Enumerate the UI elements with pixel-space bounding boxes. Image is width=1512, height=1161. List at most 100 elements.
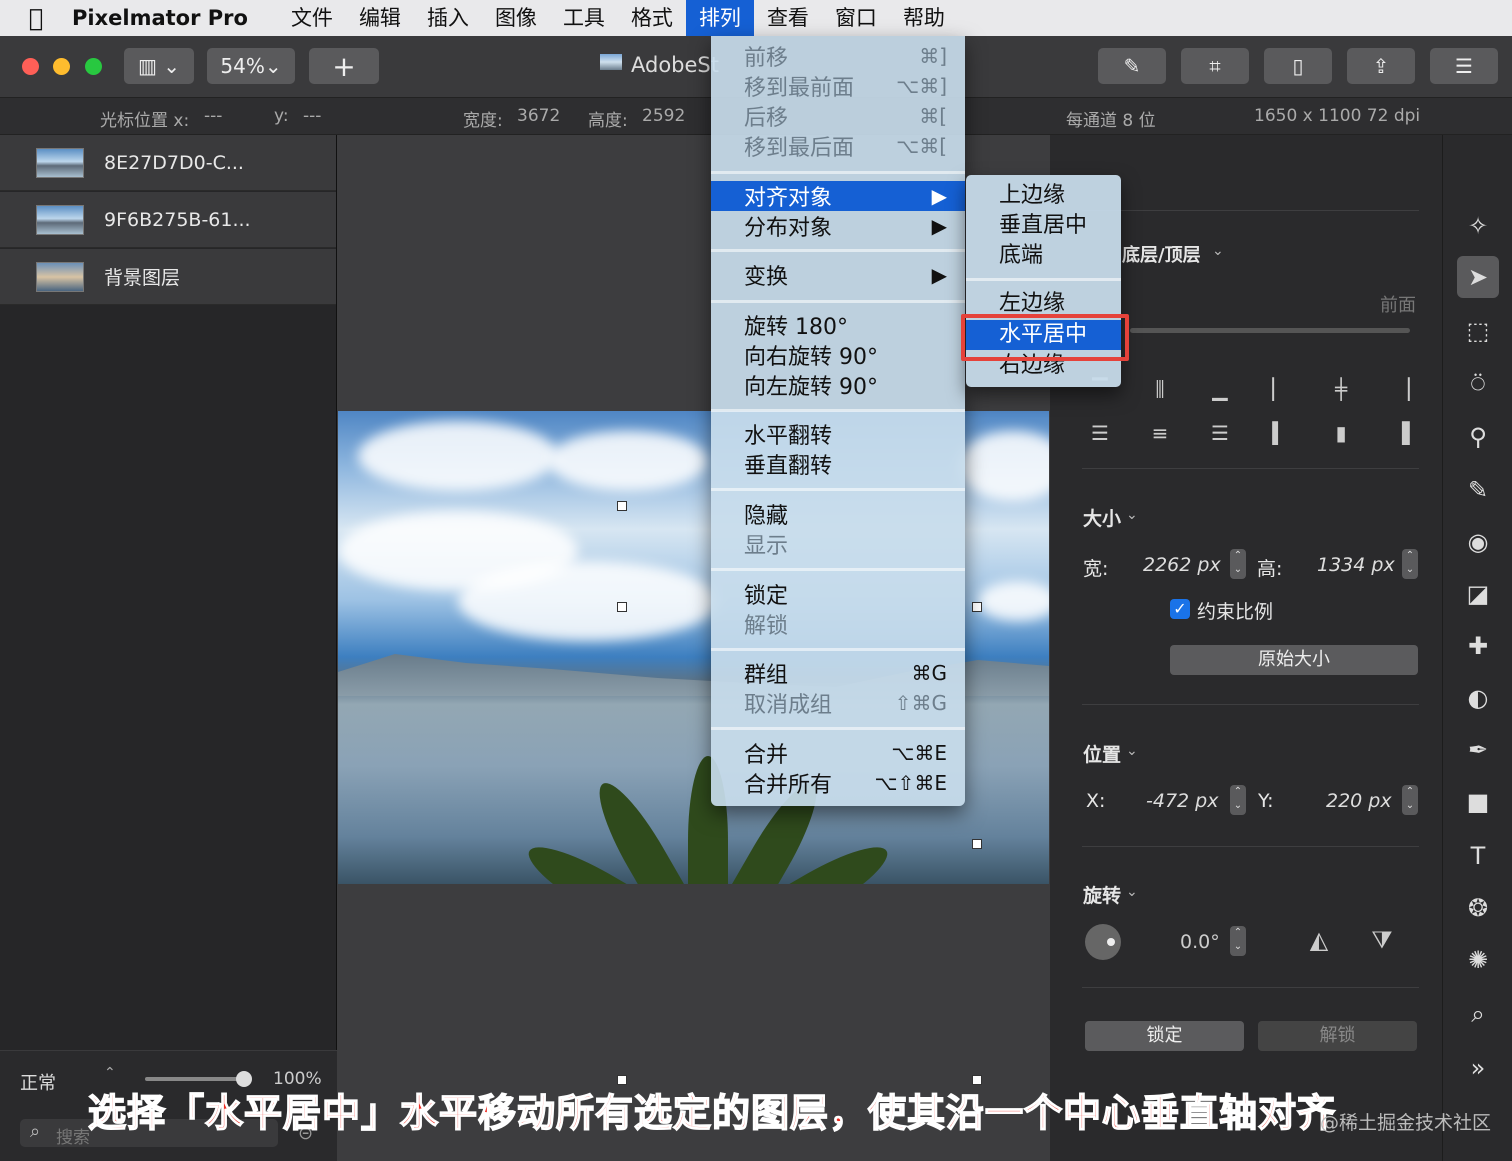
flip-horizontal-icon[interactable]: ◭ xyxy=(1305,926,1333,954)
effects-icon[interactable]: ◐ xyxy=(1457,677,1499,719)
menu-item-bring-forward[interactable]: 前移 ⌘] xyxy=(711,41,965,71)
menu-window[interactable]: 窗口 xyxy=(822,0,890,36)
original-size-button[interactable]: 原始大小 xyxy=(1170,645,1418,675)
menu-item-flip-horizontal[interactable]: 水平翻转 xyxy=(711,419,965,449)
layer-row[interactable]: 9F6B275B-61... xyxy=(0,192,336,248)
menu-item-bring-to-front[interactable]: 移到最前面 ⌥⌘] xyxy=(711,71,965,101)
flip-vertical-icon[interactable]: ⧩ xyxy=(1368,926,1396,954)
width-stepper[interactable]: ⌃ ⌄ xyxy=(1230,549,1246,579)
selection-handle[interactable] xyxy=(617,602,627,612)
menu-image[interactable]: 图像 xyxy=(482,0,550,36)
menu-view[interactable]: 查看 xyxy=(754,0,822,36)
align-horizontal-centers-icon[interactable]: ╪ xyxy=(1327,375,1355,403)
format-button[interactable]: ▯ xyxy=(1264,48,1332,84)
x-stepper[interactable]: ⌃ ⌄ xyxy=(1230,785,1246,815)
close-button[interactable] xyxy=(22,58,39,75)
pen-icon[interactable]: ✒ xyxy=(1457,729,1499,771)
distribute-left-icon[interactable]: ▍ xyxy=(1266,419,1294,447)
app-menu[interactable]: Pixelmator Pro xyxy=(72,6,248,30)
rotate-title[interactable]: 旋转 xyxy=(1083,881,1121,908)
adjust-button[interactable]: ☰ xyxy=(1430,48,1498,84)
height-field[interactable]: 1334 px xyxy=(1317,554,1395,576)
lasso-icon[interactable]: ⍥ xyxy=(1457,363,1499,405)
menu-arrange[interactable]: 排列 xyxy=(685,0,754,36)
menu-item-rotate-left[interactable]: 向左旋转 90° xyxy=(711,370,965,400)
menu-item-merge-all[interactable]: 合并所有 ⌥⇧⌘E xyxy=(711,768,965,798)
rotation-field[interactable]: 0.0° xyxy=(1180,931,1220,953)
zoom-window-button[interactable] xyxy=(85,58,102,75)
arrange-icon[interactable]: ➤ xyxy=(1457,256,1499,298)
menu-item-transform[interactable]: 变换 ▶ xyxy=(711,260,965,290)
share-button[interactable]: ⇪ xyxy=(1347,48,1415,84)
menu-item-hide[interactable]: 隐藏 xyxy=(711,499,965,529)
paint-icon[interactable]: ✎ xyxy=(1457,469,1499,511)
style-button[interactable]: ✎ xyxy=(1098,48,1166,84)
menu-tools[interactable]: 工具 xyxy=(550,0,618,36)
apple-icon[interactable]:  xyxy=(0,4,72,32)
menu-item-merge[interactable]: 合并 ⌥⌘E xyxy=(711,738,965,768)
height-stepper[interactable]: ⌃ ⌄ xyxy=(1402,549,1418,579)
fill-icon[interactable]: ◉ xyxy=(1457,521,1499,563)
submenu-item-top-edges[interactable]: 上边缘 xyxy=(966,181,1121,211)
crop-button[interactable]: ⌗ xyxy=(1181,48,1249,84)
y-stepper[interactable]: ⌃ ⌄ xyxy=(1402,785,1418,815)
rotation-stepper[interactable]: ⌃ ⌄ xyxy=(1230,926,1246,956)
shape-icon[interactable]: ■ xyxy=(1457,781,1499,823)
rotation-dial[interactable] xyxy=(1085,924,1121,960)
erase-icon[interactable]: ◪ xyxy=(1457,573,1499,615)
blend-stepper-icon[interactable]: ⌃ xyxy=(104,1065,116,1081)
sidebar-toggle-button[interactable]: ▥ ⌄ xyxy=(124,48,194,84)
add-button[interactable]: + xyxy=(309,48,379,84)
menu-item-rotate-right[interactable]: 向右旋转 90° xyxy=(711,340,965,370)
layer-row[interactable]: 8E27D7D0-C... xyxy=(0,135,336,191)
distribute-bottom-icon[interactable]: ☰ xyxy=(1206,419,1234,447)
distribute-middle-icon[interactable]: ≡ xyxy=(1146,419,1174,447)
selection-handle[interactable] xyxy=(972,839,982,849)
menu-insert[interactable]: 插入 xyxy=(414,0,482,36)
unlock-button[interactable]: 解锁 xyxy=(1258,1021,1417,1051)
align-left-edges-icon[interactable]: ▏ xyxy=(1266,375,1294,403)
menu-item-send-to-back[interactable]: 移到最后面 ⌥⌘[ xyxy=(711,131,965,161)
zoom-icon[interactable]: ⌕ xyxy=(1457,993,1499,1035)
menu-edit[interactable]: 编辑 xyxy=(346,0,414,36)
selection-handle[interactable] xyxy=(617,501,627,511)
position-title[interactable]: 位置 xyxy=(1083,740,1121,767)
arrange-title[interactable]: 底层/顶层 xyxy=(1122,241,1201,267)
menu-item-ungroup[interactable]: 取消成组 ⇧⌘G xyxy=(711,688,965,718)
size-title[interactable]: 大小 xyxy=(1083,504,1121,531)
distribute-right-icon[interactable]: ▐ xyxy=(1388,419,1416,447)
lock-button[interactable]: 锁定 xyxy=(1085,1021,1244,1051)
color-picker-icon[interactable]: ⚲ xyxy=(1457,416,1499,458)
menu-item-rotate-180[interactable]: 旋转 180° xyxy=(711,310,965,340)
select-icon[interactable]: ⬚ xyxy=(1457,310,1499,352)
opacity-slider[interactable] xyxy=(145,1077,245,1081)
style-icon[interactable]: ✧ xyxy=(1457,205,1499,247)
menu-help[interactable]: 帮助 xyxy=(890,0,958,36)
x-field[interactable]: -472 px xyxy=(1146,790,1218,812)
menu-item-show[interactable]: 显示 xyxy=(711,529,965,559)
distribute-top-icon[interactable]: ☰ xyxy=(1086,419,1114,447)
width-field[interactable]: 2262 px xyxy=(1143,554,1221,576)
menu-item-send-backward[interactable]: 后移 ⌘[ xyxy=(711,101,965,131)
layer-row[interactable]: 背景图层 xyxy=(0,249,336,305)
menu-item-unlock[interactable]: 解锁 xyxy=(711,609,965,639)
minimize-button[interactable] xyxy=(53,58,70,75)
align-vertical-centers-icon[interactable]: ⫼ xyxy=(1146,375,1174,403)
repair-icon[interactable]: ✚ xyxy=(1457,625,1499,667)
constrain-checkbox[interactable]: ✓ xyxy=(1170,599,1190,619)
more-icon[interactable]: » xyxy=(1457,1047,1499,1089)
blend-mode-select[interactable]: 正常 xyxy=(20,1069,56,1095)
submenu-item-bottom[interactable]: 底端 xyxy=(966,241,1121,271)
arrange-slider[interactable] xyxy=(1130,328,1410,333)
y-field[interactable]: 220 px xyxy=(1326,790,1392,812)
distribute-center-icon[interactable]: ▮ xyxy=(1327,419,1355,447)
menu-format[interactable]: 格式 xyxy=(618,0,686,36)
submenu-item-vertical-center[interactable]: 垂直居中 xyxy=(966,211,1121,241)
type-icon[interactable]: T xyxy=(1457,835,1499,877)
zoom-select[interactable]: 54% ⌄ xyxy=(207,48,295,84)
menu-file[interactable]: 文件 xyxy=(278,0,346,36)
align-right-edges-icon[interactable]: ▕ xyxy=(1388,375,1416,403)
selection-handle[interactable] xyxy=(972,602,982,612)
menu-item-flip-vertical[interactable]: 垂直翻转 xyxy=(711,449,965,479)
align-bottom-edges-icon[interactable]: ▁ xyxy=(1206,375,1234,403)
